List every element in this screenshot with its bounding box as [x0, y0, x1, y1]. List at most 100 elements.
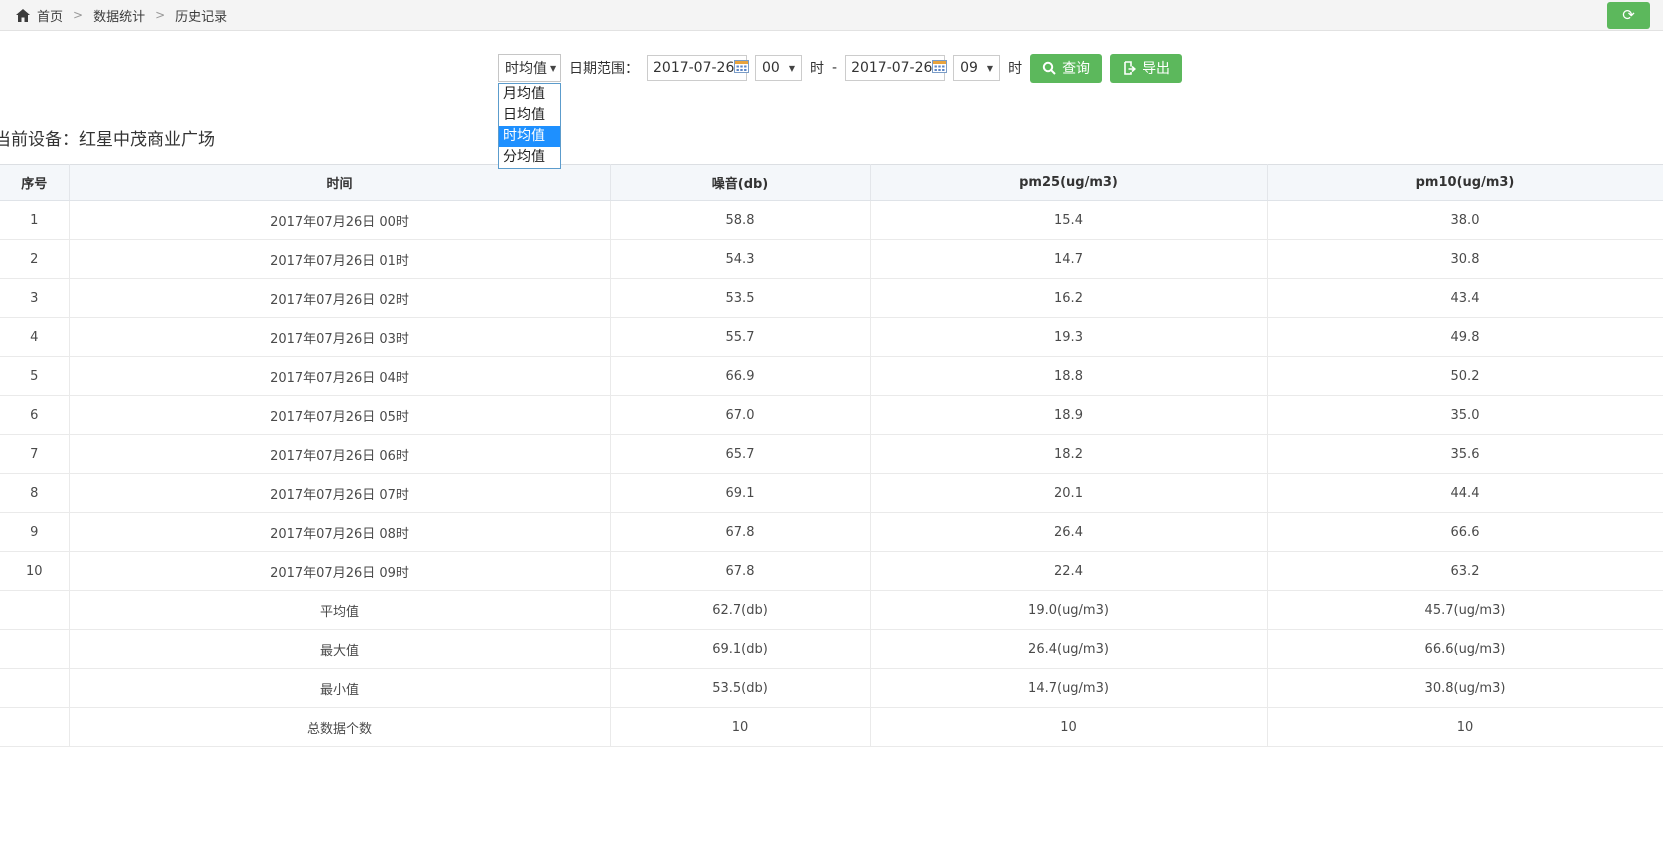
table-cell: 6: [0, 396, 69, 435]
range-separator: -: [832, 60, 837, 76]
table-cell: 54.3: [610, 240, 870, 279]
table-cell: 2017年07月26日 06时: [69, 435, 610, 474]
table-cell: 平均值: [69, 591, 610, 630]
start-date-input[interactable]: 2017-07-26: [647, 55, 747, 81]
table-cell: 1: [0, 201, 69, 240]
table-cell: 20.1: [870, 474, 1267, 513]
table-cell: 45.7(ug/m3): [1267, 591, 1663, 630]
column-header: pm10(ug/m3): [1267, 165, 1663, 201]
table-cell: 2017年07月26日 00时: [69, 201, 610, 240]
export-button-label: 导出: [1142, 58, 1170, 78]
column-header: 序号: [0, 165, 69, 201]
table-row: 22017年07月26日 01时54.314.730.8: [0, 240, 1663, 279]
date-range-label: 日期范围：: [569, 58, 639, 78]
filter-toolbar: 时均值 ▼ 月均值日均值时均值分均值 日期范围： 2017-07-26 00 ▼…: [498, 53, 1190, 83]
calendar-icon: [932, 59, 947, 77]
table-cell: 4: [0, 318, 69, 357]
table-cell: 67.8: [610, 552, 870, 591]
table-row: 102017年07月26日 09时67.822.463.2: [0, 552, 1663, 591]
breadcrumb-item-statistics[interactable]: 数据统计: [93, 6, 145, 25]
end-hour-select[interactable]: 09 ▼: [953, 55, 1000, 81]
table-cell: 9: [0, 513, 69, 552]
export-icon: [1122, 61, 1136, 75]
breadcrumb-bar: 首页 > 数据统计 > 历史记录: [0, 0, 1663, 31]
table-cell: 3: [0, 279, 69, 318]
table-header-row: 序号时间噪音(db)pm25(ug/m3)pm10(ug/m3): [0, 165, 1663, 201]
table-body: 12017年07月26日 00时58.815.438.022017年07月26日…: [0, 201, 1663, 747]
interval-option[interactable]: 时均值: [499, 126, 560, 147]
breadcrumb-separator: >: [155, 8, 165, 22]
table-cell: 14.7: [870, 240, 1267, 279]
table-row: 72017年07月26日 06时65.718.235.6: [0, 435, 1663, 474]
table-cell: [0, 708, 69, 747]
breadcrumb-item-history[interactable]: 历史记录: [175, 6, 227, 25]
interval-select-value: 时均值: [505, 58, 547, 78]
interval-option[interactable]: 日均值: [499, 105, 560, 126]
table-cell: 53.5(db): [610, 669, 870, 708]
interval-options-list: 月均值日均值时均值分均值: [498, 83, 561, 169]
current-device-label: 当前设备：红星中茂商业广场: [0, 125, 215, 150]
query-button[interactable]: 查询: [1030, 54, 1102, 83]
column-header: pm25(ug/m3): [870, 165, 1267, 201]
breadcrumb-separator: >: [73, 8, 83, 22]
column-header: 时间: [69, 165, 610, 201]
table-cell: 最小值: [69, 669, 610, 708]
table-cell: 44.4: [1267, 474, 1663, 513]
hour-label-start: 时: [810, 58, 824, 78]
table-cell: 8: [0, 474, 69, 513]
interval-option[interactable]: 月均值: [499, 84, 560, 105]
table-cell: 2: [0, 240, 69, 279]
table-cell: 30.8: [1267, 240, 1663, 279]
table-cell: 65.7: [610, 435, 870, 474]
column-header: 噪音(db): [610, 165, 870, 201]
refresh-button[interactable]: ⟳: [1607, 2, 1650, 29]
table-cell: 19.3: [870, 318, 1267, 357]
table-cell: 2017年07月26日 01时: [69, 240, 610, 279]
interval-select-wrap: 时均值 ▼ 月均值日均值时均值分均值: [498, 54, 561, 82]
table-cell: 43.4: [1267, 279, 1663, 318]
table-cell: 63.2: [1267, 552, 1663, 591]
breadcrumb-item-home[interactable]: 首页: [37, 6, 63, 25]
table-cell: 35.0: [1267, 396, 1663, 435]
table-cell: 58.8: [610, 201, 870, 240]
table-cell: 2017年07月26日 05时: [69, 396, 610, 435]
table-cell: 16.2: [870, 279, 1267, 318]
table-cell: 15.4: [870, 201, 1267, 240]
table-cell: 26.4(ug/m3): [870, 630, 1267, 669]
start-hour-value: 00: [762, 60, 780, 76]
table-cell: 18.8: [870, 357, 1267, 396]
table-cell: 67.8: [610, 513, 870, 552]
search-icon: [1042, 61, 1056, 75]
table-cell: 2017年07月26日 03时: [69, 318, 610, 357]
table-cell: 66.6: [1267, 513, 1663, 552]
table-row: 92017年07月26日 08时67.826.466.6: [0, 513, 1663, 552]
export-button[interactable]: 导出: [1110, 54, 1182, 83]
interval-option[interactable]: 分均值: [499, 147, 560, 168]
history-table: 序号时间噪音(db)pm25(ug/m3)pm10(ug/m3) 12017年0…: [0, 164, 1663, 747]
table-cell: [0, 591, 69, 630]
interval-select[interactable]: 时均值 ▼: [498, 54, 561, 82]
table-cell: 69.1(db): [610, 630, 870, 669]
table-cell: 49.8: [1267, 318, 1663, 357]
end-date-value: 2017-07-26: [851, 60, 932, 76]
table-row: 52017年07月26日 04时66.918.850.2: [0, 357, 1663, 396]
table-cell: 67.0: [610, 396, 870, 435]
end-date-input[interactable]: 2017-07-26: [845, 55, 945, 81]
start-hour-select[interactable]: 00 ▼: [755, 55, 802, 81]
table-cell: 50.2: [1267, 357, 1663, 396]
hour-label-end: 时: [1008, 58, 1022, 78]
table-row: 32017年07月26日 02时53.516.243.4: [0, 279, 1663, 318]
table-row: 12017年07月26日 00时58.815.438.0: [0, 201, 1663, 240]
table-cell: 69.1: [610, 474, 870, 513]
table-cell: 2017年07月26日 08时: [69, 513, 610, 552]
end-hour-value: 09: [960, 60, 978, 76]
table-cell: 2017年07月26日 07时: [69, 474, 610, 513]
start-date-value: 2017-07-26: [653, 60, 734, 76]
summary-row: 总数据个数101010: [0, 708, 1663, 747]
chevron-down-icon: ▼: [789, 64, 795, 73]
summary-row: 平均值62.7(db)19.0(ug/m3)45.7(ug/m3): [0, 591, 1663, 630]
table-cell: 10: [1267, 708, 1663, 747]
table-cell: 35.6: [1267, 435, 1663, 474]
calendar-icon: [734, 59, 749, 77]
table-cell: 30.8(ug/m3): [1267, 669, 1663, 708]
